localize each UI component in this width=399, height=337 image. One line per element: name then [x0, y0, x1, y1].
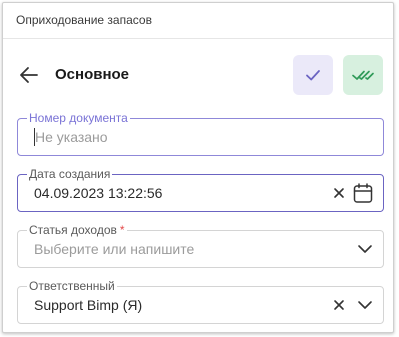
- clear-date-button[interactable]: [329, 183, 349, 203]
- chevron-down-icon: [358, 301, 372, 309]
- clear-responsible-button[interactable]: [329, 295, 349, 315]
- responsible-value: Support Bimp (Я): [34, 297, 143, 313]
- window-title: Оприходование запасов: [16, 13, 152, 27]
- income-item-label: Статья доходов *: [27, 223, 127, 237]
- calendar-icon: [353, 182, 373, 203]
- document-panel: Оприходование запасов Основное Номер док…: [2, 2, 394, 333]
- title-divider: [3, 38, 393, 39]
- income-item-placeholder: Выберите или напишите: [34, 241, 195, 257]
- responsible-field[interactable]: Ответственный Support Bimp (Я): [17, 279, 384, 324]
- income-item-field[interactable]: Статья доходов * Выберите или напишите: [17, 223, 384, 268]
- document-number-field[interactable]: Номер документа Не указано: [17, 111, 384, 156]
- created-date-value: 04.09.2023 13:22:56: [34, 185, 163, 201]
- double-check-icon: [352, 70, 374, 80]
- close-icon: [334, 188, 344, 198]
- back-button[interactable]: [17, 63, 41, 87]
- save-button[interactable]: [293, 55, 333, 95]
- income-item-dropdown-button[interactable]: [355, 239, 375, 259]
- chevron-down-icon: [358, 245, 372, 253]
- save-and-post-button[interactable]: [343, 55, 383, 95]
- required-mark: *: [119, 223, 125, 237]
- responsible-dropdown-button[interactable]: [355, 295, 375, 315]
- calendar-button[interactable]: [352, 182, 374, 204]
- check-icon: [306, 70, 320, 81]
- section-title: Основное: [55, 66, 130, 83]
- created-date-field[interactable]: Дата создания 04.09.2023 13:22:56: [17, 167, 384, 212]
- arrow-left-icon: [20, 67, 38, 83]
- created-date-label: Дата создания: [27, 167, 113, 181]
- responsible-label: Ответственный: [27, 279, 117, 293]
- close-icon: [334, 300, 344, 310]
